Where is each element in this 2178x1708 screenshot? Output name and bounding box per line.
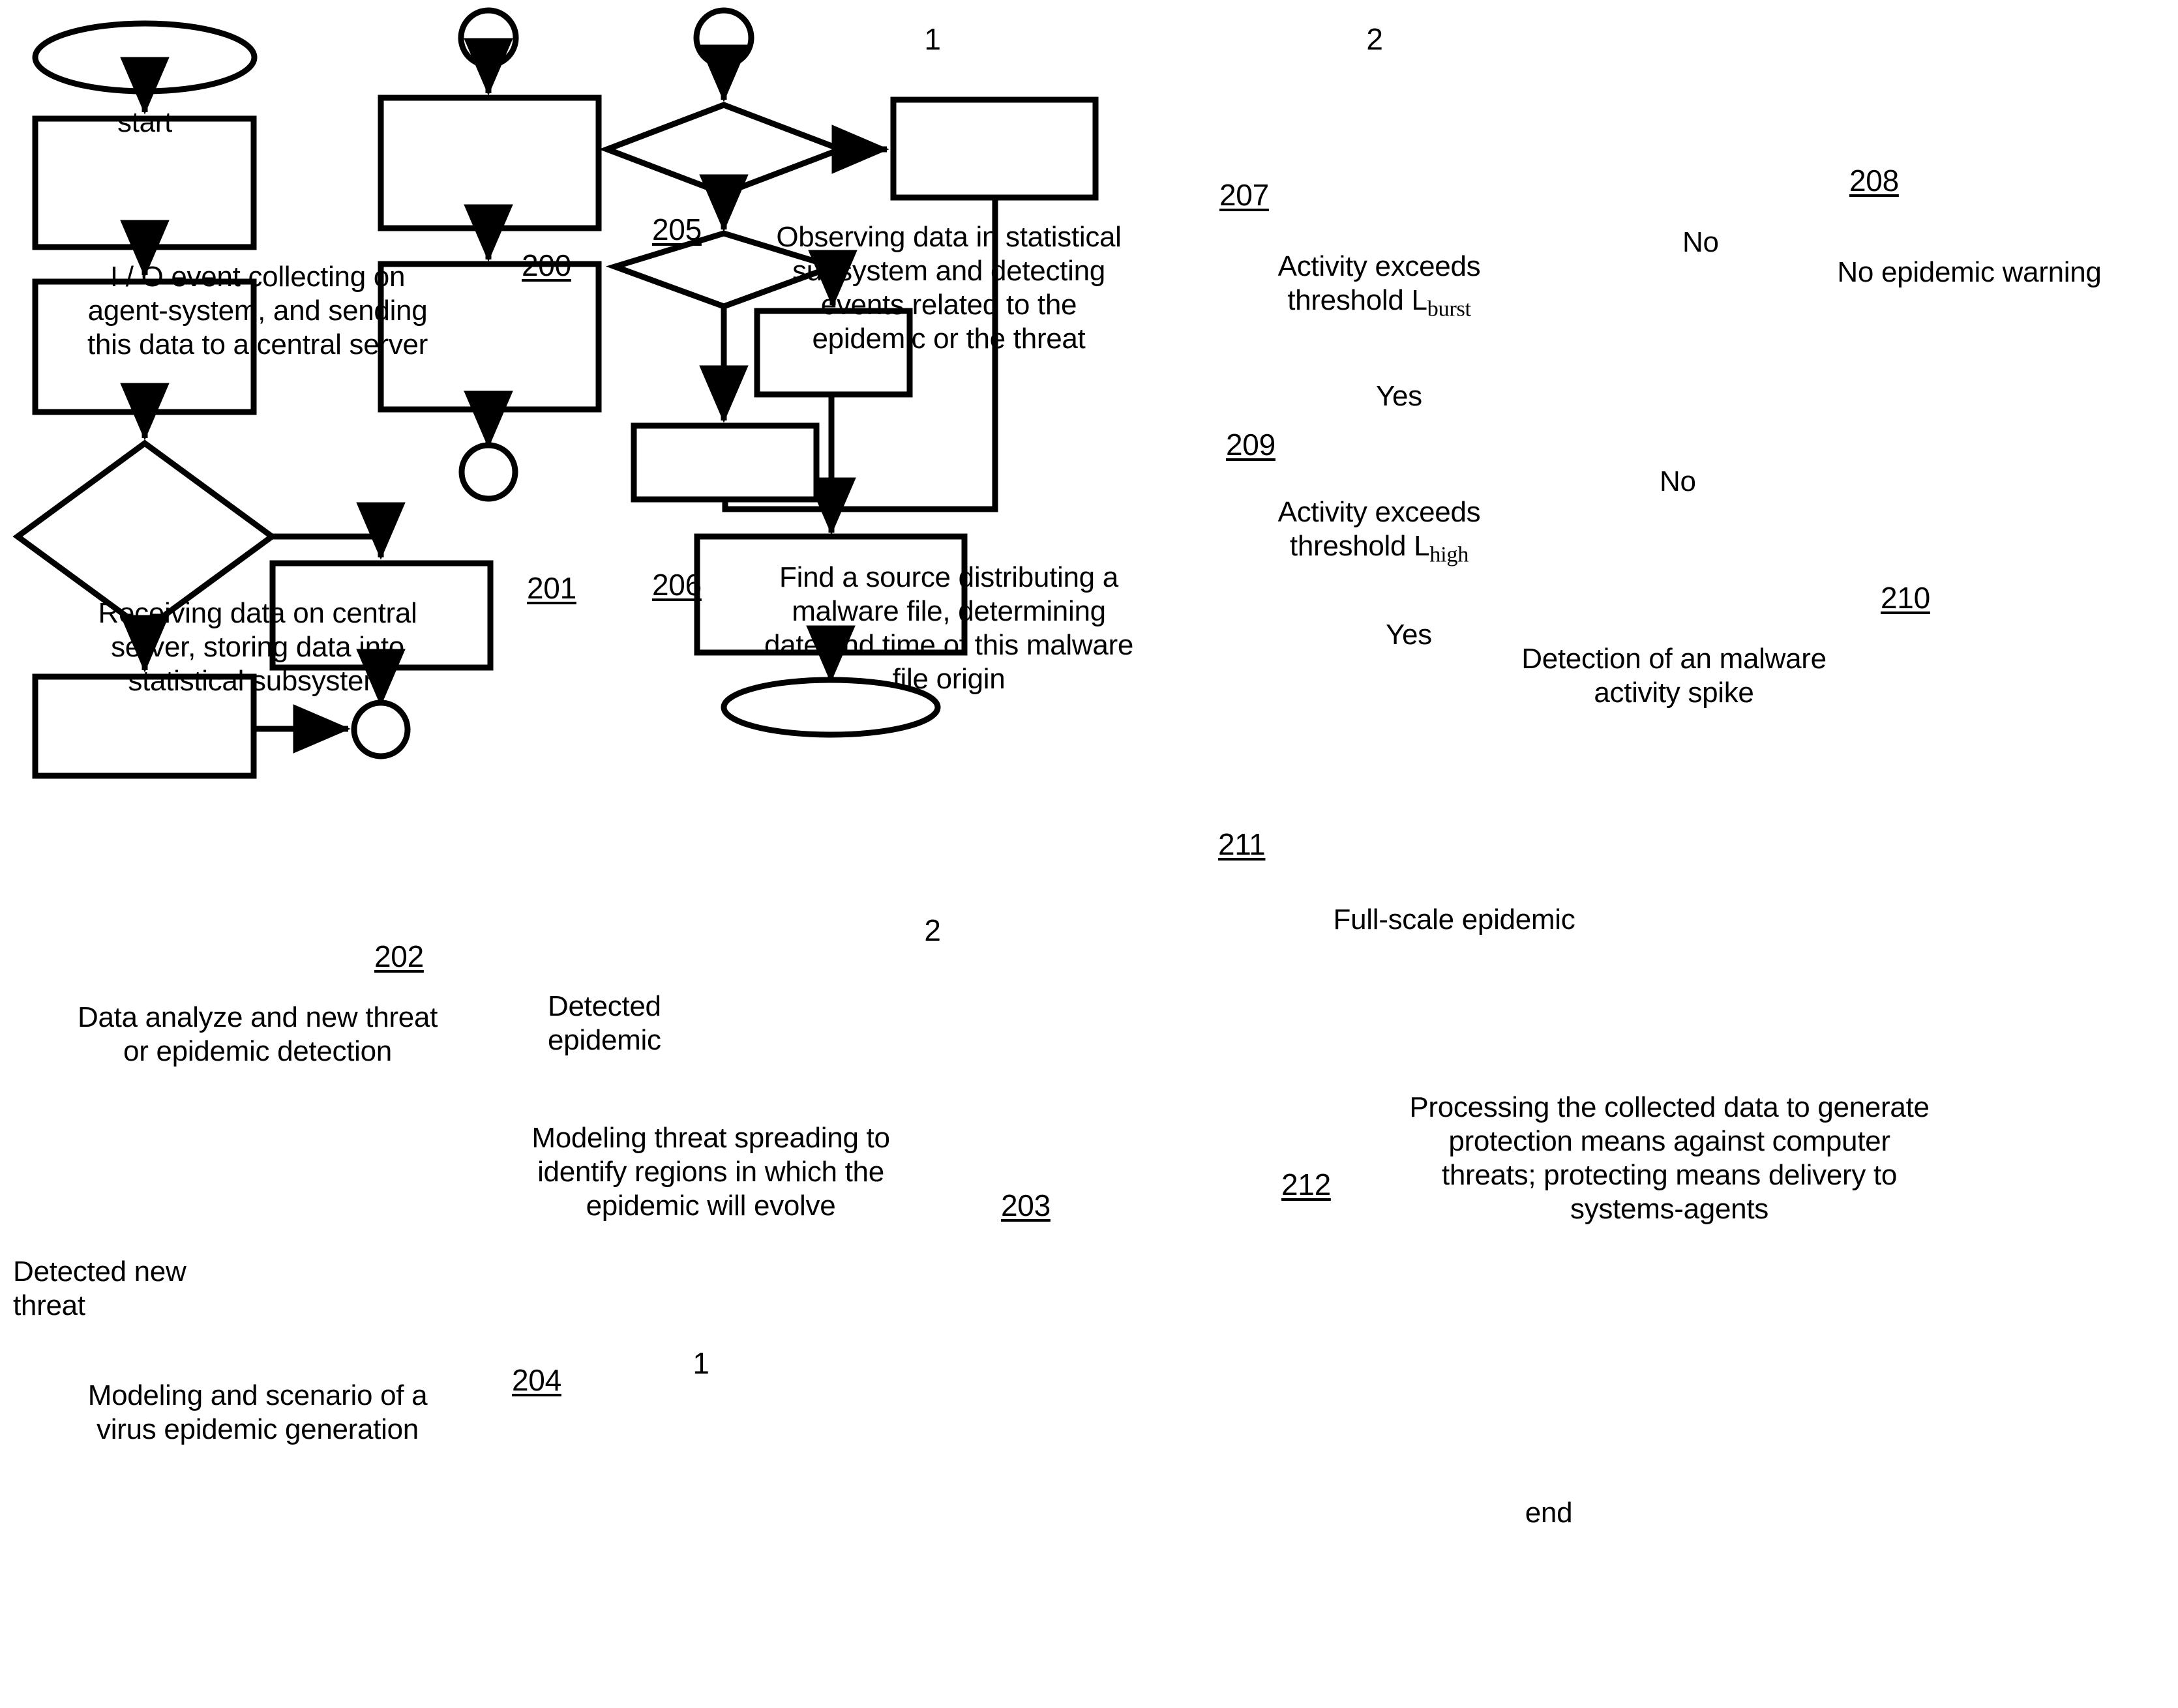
node-204-label: Modeling and scenario of a virus epidemi…	[87, 1379, 428, 1445]
ref-203: 203	[1001, 1188, 1051, 1222]
ref-207: 207	[1219, 178, 1269, 212]
connector-1-bottom-left	[351, 699, 411, 759]
node-208-box	[890, 96, 1099, 201]
node-207-label: Activity exceeds threshold Lburst	[1242, 250, 1516, 322]
ref-201: 201	[527, 571, 576, 605]
node-210-label: Detection of an malware activity spike	[1521, 643, 1827, 709]
node-207-label-subscript: burst	[1427, 296, 1471, 321]
node-203-label: Modeling threat spreading to identify re…	[531, 1122, 890, 1222]
connector-2-top-right	[693, 7, 754, 68]
flowchart-figure: start end 1 1 2 2 I / O event collecting…	[0, 0, 2178, 1708]
node-202-label: Data analyze and new threat or epidemic …	[77, 1001, 438, 1067]
node-212-label: Processing the collected data to generat…	[1409, 1091, 1930, 1225]
edge-label-no-209: No	[1660, 465, 1696, 497]
edge-label-yes-207: Yes	[1376, 380, 1422, 412]
connector-1-top	[458, 7, 519, 68]
node-208-label: No epidemic warning	[1837, 256, 2102, 288]
ref-202: 202	[374, 939, 424, 973]
edge-label-detected-new-threat: Detected new threat	[13, 1256, 186, 1321]
node-211-label: Full-scale epidemic	[1333, 904, 1575, 935]
start-terminator	[32, 20, 258, 95]
edge-202-to-203	[272, 502, 406, 560]
node-211-box	[631, 422, 820, 503]
node-205-label: Observing data in statistical subsystem …	[776, 221, 1122, 355]
connector-2-top-right-label: 2	[1366, 22, 1383, 56]
edge-label-detected-epidemic: Detected epidemic	[548, 990, 661, 1056]
ref-212: 212	[1281, 1168, 1331, 1201]
node-209-label: Activity exceeds threshold Lhigh	[1242, 495, 1516, 568]
connector-2-bottom-middle-label: 2	[924, 913, 941, 947]
connector-1-top-label: 1	[924, 22, 941, 56]
connector-2-bottom-middle	[458, 442, 518, 502]
edge-label-yes-209: Yes	[1386, 619, 1432, 651]
end-terminator-label: end	[1525, 1497, 1573, 1529]
ref-208: 208	[1849, 164, 1899, 198]
node-206-label: Find a source distributing a malware fil…	[764, 561, 1134, 695]
node-201-label: Receiving data on central server, storin…	[98, 597, 417, 697]
ref-209: 209	[1226, 428, 1275, 462]
ref-206: 206	[652, 568, 702, 602]
node-209-label-subscript: high	[1429, 542, 1469, 567]
connector-1-bottom-left-label: 1	[693, 1346, 709, 1380]
edge-label-no-207: No	[1682, 226, 1719, 258]
ref-204: 204	[512, 1363, 561, 1397]
start-terminator-label: start	[117, 106, 173, 138]
ref-210: 210	[1881, 581, 1930, 615]
node-207-diamond	[599, 102, 849, 197]
node-200-label: I / O event collecting on agent-system, …	[87, 261, 428, 361]
node-205-box	[378, 95, 602, 231]
ref-205: 205	[652, 213, 702, 246]
ref-211: 211	[1218, 827, 1266, 861]
ref-200: 200	[522, 248, 571, 282]
